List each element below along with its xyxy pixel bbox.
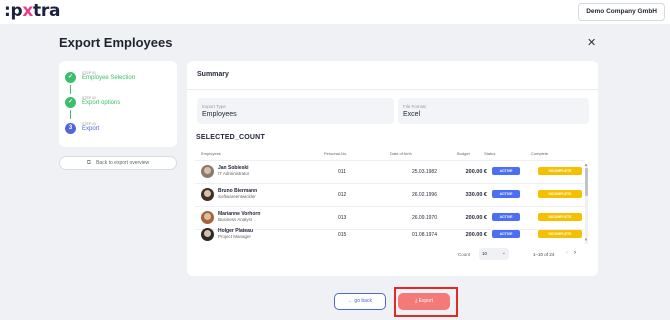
back-to-export-overview-button[interactable]: ⧉ Back to export overview [59, 156, 177, 170]
step-connector [70, 85, 71, 94]
avatar [201, 165, 214, 178]
file-format-field: File Format Excel [398, 98, 589, 124]
scroll-down-icon[interactable]: ▼ [584, 237, 588, 242]
export-type-field: Export Type Employees [197, 98, 394, 124]
personal-no: 012 [338, 192, 347, 198]
logo-suffix: tra [33, 1, 61, 21]
file-format-value: Excel [403, 111, 421, 118]
employee-role: Softwareentwickler [218, 194, 256, 199]
status-badge: ACTIVE [492, 190, 520, 198]
selected-count-title: SELECTED_COUNT [196, 134, 265, 141]
external-link-icon: ⧉ [86, 160, 92, 166]
date-of-birth: 26.09.1970 [411, 215, 437, 221]
budget: 200.00 € [465, 169, 487, 175]
table-row[interactable]: Bruno Biermann Softwareentwickler 012 26… [195, 184, 585, 206]
step-label: Export [82, 126, 100, 132]
export-type-label: Export Type [202, 104, 226, 109]
scroll-up-icon[interactable]: ▲ [584, 162, 588, 167]
page-size-value: 10 [482, 251, 488, 256]
status-badge: ACTIVE [492, 230, 520, 238]
complete-badge: INCOMPLETE [538, 230, 582, 238]
personal-no: 015 [338, 232, 347, 238]
next-page-icon[interactable]: › [574, 250, 576, 256]
summary-title: Summary [197, 71, 229, 78]
logo-x: x [22, 1, 34, 21]
complete-badge: INCOMPLETE [538, 213, 582, 221]
export-stepper: ✓ STEP 01 Employee Selection ✓ STEP 02 E… [59, 61, 177, 147]
pagination-range: 1–10 of 24 [533, 252, 555, 257]
avatar [201, 211, 214, 224]
count-label: Count [458, 252, 471, 257]
close-icon[interactable]: ✕ [587, 36, 596, 49]
divider [187, 89, 598, 90]
date-of-birth: 01.08.1974 [411, 232, 437, 238]
date-of-birth: 25.03.1982 [411, 169, 437, 175]
budget: 330.00 € [465, 192, 487, 198]
status-badge: ACTIVE [492, 213, 520, 221]
avatar [201, 188, 214, 201]
file-format-label: File Format [403, 104, 426, 109]
column-header-status[interactable]: Status [484, 151, 495, 156]
column-header-budget[interactable]: Budget [457, 151, 470, 156]
avatar [201, 228, 214, 241]
check-icon: ✓ [65, 97, 76, 108]
column-header-date-of-birth[interactable]: Date of birth [390, 151, 412, 156]
column-header-employees[interactable]: Employees [201, 151, 221, 156]
column-header-personal-no[interactable]: Personal-No. [324, 151, 347, 156]
page-size-select[interactable]: 10 ⌄ [479, 248, 509, 260]
status-badge: ACTIVE [492, 167, 520, 175]
table-row[interactable]: Holger Plateau Project Manager 015 01.08… [195, 224, 585, 246]
logo[interactable]: :pxtra [4, 1, 60, 21]
employee-role: IT Administrator [218, 171, 250, 176]
budget: 200.00 € [465, 215, 487, 221]
company-switcher-button[interactable]: Demo Company GmbH [578, 3, 665, 21]
step-number-badge: 3 [65, 123, 76, 134]
table-row[interactable]: Jan Sobieski IT Administrator 011 25.03.… [195, 161, 585, 183]
back-to-overview-label: Back to export overview [96, 160, 150, 166]
export-button[interactable]: ⤓ Export [398, 293, 450, 310]
step-label: Employee Selection [82, 75, 136, 81]
step-connector [70, 110, 71, 119]
chevron-down-icon: ⌄ [501, 250, 506, 256]
employee-role: Project Manager [218, 234, 252, 239]
date-of-birth: 26.02.1996 [411, 192, 437, 198]
employee-role: Business Analyst [218, 217, 253, 222]
previous-page-icon[interactable]: ‹ [566, 250, 568, 256]
scrollbar-thumb[interactable] [585, 168, 588, 196]
summary-panel: Summary Export Type Employees File Forma… [187, 61, 598, 276]
step-label: Export options [82, 100, 121, 106]
check-icon: ✓ [65, 72, 76, 83]
column-header-complete[interactable]: Complete [531, 151, 548, 156]
export-type-value: Employees [202, 111, 237, 118]
page-title: Export Employees [59, 35, 173, 50]
complete-badge: INCOMPLETE [538, 190, 582, 198]
personal-no: 013 [338, 215, 347, 221]
go-back-button[interactable]: ← go back [334, 293, 386, 310]
budget: 200.00 € [465, 232, 487, 238]
complete-badge: INCOMPLETE [538, 167, 582, 175]
personal-no: 011 [338, 169, 346, 175]
top-bar: :pxtra Demo Company GmbH [0, 0, 670, 24]
logo-prefix: :p [4, 1, 23, 21]
